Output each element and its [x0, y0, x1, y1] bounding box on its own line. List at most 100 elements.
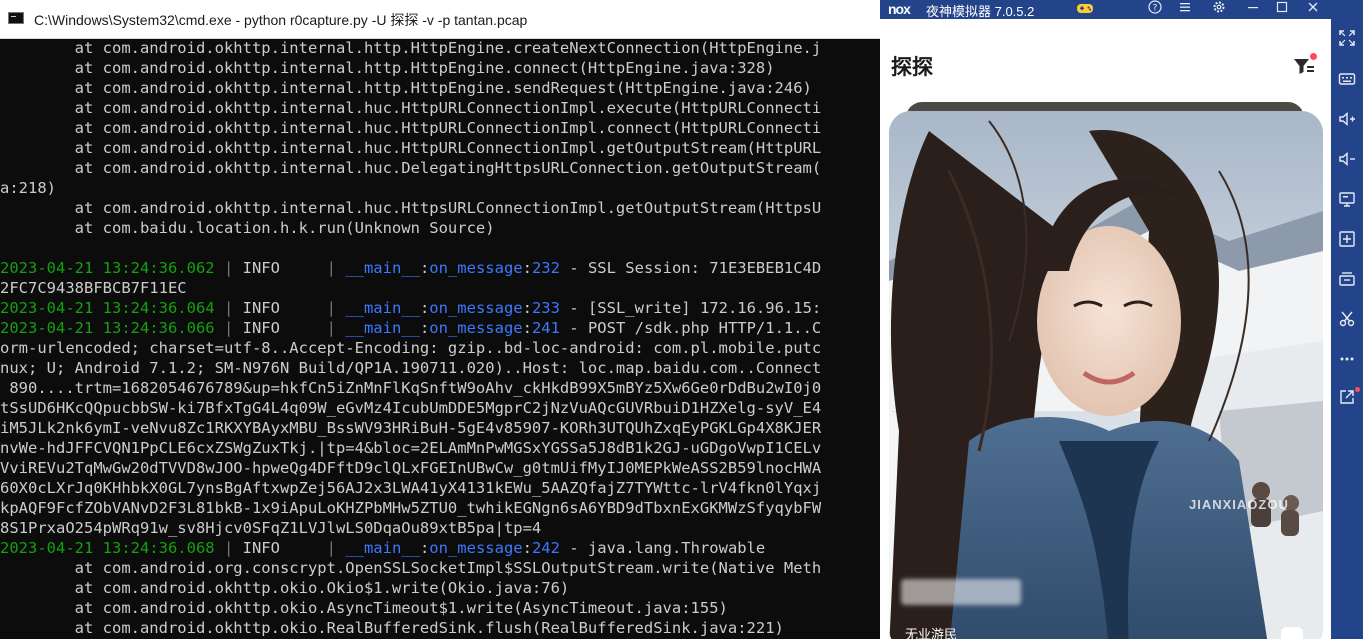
console-text: at com.android.okhttp.internal.http.Http…: [0, 59, 775, 77]
keyboard-icon[interactable]: [1337, 70, 1357, 90]
console-line: a:218): [0, 178, 880, 198]
console-text: - java.lang.Throwable: [559, 539, 766, 557]
console-output[interactable]: at com.android.okhttp.internal.http.Http…: [0, 38, 880, 639]
console-line: at com.android.okhttp.internal.http.Http…: [0, 38, 880, 58]
action-button[interactable]: [1281, 627, 1303, 639]
console-line: kpAQF9FcfZObVANvD2F3L81bkB-1x9iApuLoKHZP…: [0, 498, 880, 518]
console-text: at com.android.okhttp.internal.http.Http…: [0, 79, 812, 97]
profile-card[interactable]: JIANXIAOZOU 无业游民: [889, 111, 1323, 639]
console-text: __main__: [345, 299, 420, 317]
console-text: kpAQF9FcfZObVANvD2F3L81bkB-1x9iApuLoKHZP…: [0, 499, 822, 517]
console-line: at com.baidu.location.h.k.run(Unknown So…: [0, 218, 880, 238]
console-text: - SSL Session: 71E3EBEB1C4D: [559, 259, 822, 277]
console-text: |: [279, 299, 346, 317]
console-line: 2023-04-21 13:24:36.064 | INFO | __main_…: [0, 298, 880, 318]
console-line: 890....trtm=1682054676789&up=hkfCn5iZnMn…: [0, 378, 880, 398]
nox-logo: nox: [888, 1, 911, 17]
minimize-icon[interactable]: [1244, 0, 1262, 17]
maximize-icon[interactable]: [1273, 0, 1291, 17]
console-text: |: [214, 299, 243, 317]
console-text: |: [214, 319, 243, 337]
console-text: 8S1PrxaO254pWRq91w_sv8Hjcv0SFqZ1LVJlwLS0…: [0, 519, 542, 537]
console-text: nvWe-hdJFFCVQN1PpCLE6cxZSWgZuxTkj.|tp=4&…: [0, 439, 822, 457]
open-link-icon[interactable]: [1337, 387, 1360, 408]
console-text: on_message: [429, 299, 523, 317]
console-line: at com.android.okhttp.internal.huc.HttpU…: [0, 98, 880, 118]
emulator-titlebar[interactable]: nox 夜神模拟器 7.0.5.2 ?: [880, 0, 1363, 19]
console-line: nvWe-hdJFFCVQN1PpCLE6cxZSWgZuxTkj.|tp=4&…: [0, 438, 880, 458]
console-text: at com.android.org.conscrypt.OpenSSLSock…: [0, 559, 822, 577]
console-text: at com.android.okhttp.okio.AsyncTimeout$…: [0, 599, 728, 617]
volume-down-icon[interactable]: [1337, 150, 1357, 170]
settings-icon[interactable]: [1210, 0, 1228, 17]
console-text: a:218): [0, 179, 56, 197]
console-text: :: [522, 539, 532, 557]
console-text: |: [214, 259, 243, 277]
console-text: __main__: [345, 539, 420, 557]
cmd-title: C:\Windows\System32\cmd.exe - python r0c…: [34, 12, 528, 28]
multi-instance-icon[interactable]: [1337, 270, 1357, 290]
console-text: on_message: [429, 259, 523, 277]
console-text: on_message: [429, 539, 523, 557]
console-text: at com.android.okhttp.internal.huc.HttpU…: [0, 139, 822, 157]
console-text: iM5JLk2nk6ymI-veNvu8Zc1RKXYBAyxMBU_BssWV…: [0, 419, 822, 437]
console-line: tSsUD6HKcQQpucbbSW-ki7BfxTgG4L4q09W_eGvM…: [0, 398, 880, 418]
console-line: at com.android.okhttp.okio.AsyncTimeout$…: [0, 598, 880, 618]
console-text: INFO: [242, 539, 280, 557]
console-text: at com.android.okhttp.internal.http.Http…: [0, 39, 822, 57]
console-text: INFO: [242, 299, 280, 317]
console-line: VviREVu2TqMwGw20dTVVD8wJOO-hpweQg4DFftD9…: [0, 458, 880, 478]
console-text: 242: [531, 539, 560, 557]
profile-photo: [889, 111, 1323, 639]
console-text: |: [279, 259, 346, 277]
console-text: 890....trtm=1682054676789&up=hkfCn5iZnMn…: [0, 379, 822, 397]
console-line: iM5JLk2nk6ymI-veNvu8Zc1RKXYBAyxMBU_BssWV…: [0, 418, 880, 438]
console-line: at com.android.okhttp.okio.RealBufferedS…: [0, 618, 880, 638]
console-line: at com.android.okhttp.internal.huc.HttpU…: [0, 138, 880, 158]
screen-icon[interactable]: [1337, 190, 1357, 210]
console-text: :: [419, 259, 430, 277]
profile-name-blurred: [901, 579, 1021, 605]
console-line: at com.android.okhttp.okio.Okio$1.write(…: [0, 578, 880, 598]
console-text: at com.android.okhttp.okio.Okio$1.write(…: [0, 579, 570, 597]
console-text: 232: [531, 259, 560, 277]
console-text: nux; U; Android 7.1.2; SM-N976N Build/QP…: [0, 359, 822, 377]
console-line: orm-urlencoded; charset=utf-8..Accept-En…: [0, 338, 880, 358]
console-line: at com.android.okhttp.internal.huc.Deleg…: [0, 158, 880, 178]
fullscreen-icon[interactable]: [1337, 29, 1357, 49]
console-text: 233: [531, 299, 560, 317]
console-line: 8S1PrxaO254pWRq91w_sv8Hjcv0SFqZ1LVJlwLS0…: [0, 518, 880, 538]
cmd-icon: [8, 12, 24, 24]
console-text: :: [522, 319, 532, 337]
emulator-sidebar: [1331, 19, 1363, 639]
cmd-titlebar[interactable]: C:\Windows\System32\cmd.exe - python r0c…: [0, 0, 880, 39]
more-icon[interactable]: [1337, 350, 1357, 370]
console-line: at com.android.okhttp.internal.huc.HttpU…: [0, 118, 880, 138]
close-icon[interactable]: [1304, 0, 1322, 17]
console-text: - [SSL_write] 172.16.96.15:: [559, 299, 822, 317]
console-line: 2FC7C9438BFBCB7F11EC: [0, 278, 880, 298]
console-text: VviREVu2TqMwGw20dTVVD8wJOO-hpweQg4DFftD9…: [0, 459, 822, 477]
console-text: :: [522, 259, 532, 277]
console-text: :: [522, 299, 532, 317]
volume-up-icon[interactable]: [1337, 110, 1357, 130]
watermark: JIANXIAOZOU: [1189, 497, 1289, 512]
console-text: at com.android.okhttp.internal.huc.HttpU…: [0, 119, 822, 137]
help-icon[interactable]: ?: [1146, 0, 1164, 17]
console-text: - POST /sdk.php HTTP/1.1..C: [559, 319, 822, 337]
gamepad-icon[interactable]: [1076, 1, 1094, 18]
app-screen: 探探 JIANXIAOZOU 无业游民: [880, 19, 1331, 639]
profile-occupation: 无业游民: [905, 627, 958, 639]
console-text: 2FC7C9438BFBCB7F11EC: [0, 279, 187, 297]
console-text: INFO: [242, 319, 280, 337]
apk-install-icon[interactable]: [1337, 230, 1357, 250]
menu-icon[interactable]: [1176, 0, 1194, 17]
console-text: |: [279, 319, 346, 337]
emulator-title: 夜神模拟器 7.0.5.2: [926, 4, 1035, 19]
screenshot-icon[interactable]: [1337, 310, 1357, 330]
console-text: at com.android.okhttp.internal.huc.Deleg…: [0, 159, 822, 177]
console-text: at com.android.okhttp.okio.RealBufferedS…: [0, 619, 784, 637]
console-line: 60X0cLXrJq0KHhbkX0GL7ynsBgAftxwpZej56AJ2…: [0, 478, 880, 498]
filter-badge: [1310, 53, 1317, 60]
